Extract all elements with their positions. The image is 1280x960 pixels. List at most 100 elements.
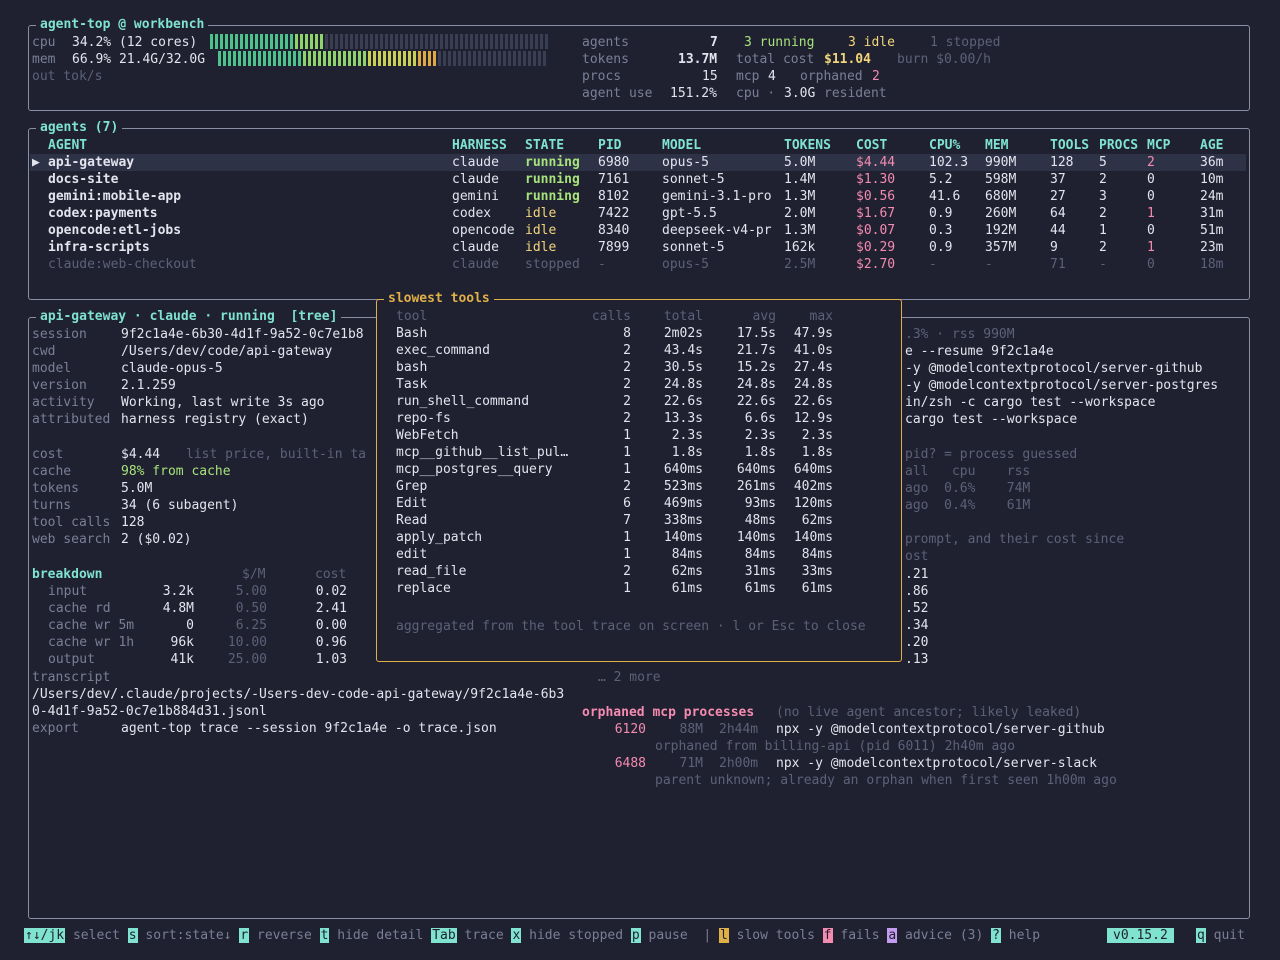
agent-row[interactable]: docs-site claude running 7161 sonnet-5 1.4M $1… xyxy=(30,171,1246,188)
mem-meter-cell xyxy=(458,51,461,66)
mem-meter-cell xyxy=(448,51,451,66)
column-header-harness[interactable]: HARNESS xyxy=(452,137,507,154)
agent-tools: 64 xyxy=(1050,206,1066,221)
detail-attributed-value: harness registry (exact) xyxy=(121,412,309,427)
keybind-select[interactable]: ↑↓/jk select xyxy=(24,928,128,943)
keybind-advice[interactable]: a advice (3) xyxy=(887,928,991,943)
column-header-cost[interactable]: COST xyxy=(856,137,887,154)
agent-row[interactable]: codex:payments codex idle 7422 gpt-5.5 2.0M $1… xyxy=(30,205,1246,222)
slowest-tool-calls: 2 xyxy=(623,411,631,426)
prompt-cost-value: .34 xyxy=(905,618,929,633)
total-cost-label: total cost xyxy=(736,52,815,67)
export-command[interactable]: agent-top trace --session 9f2c1a4e -o tr… xyxy=(121,720,497,737)
mem-meter-cell xyxy=(273,51,276,66)
breakdown-cost: 0.02 xyxy=(315,584,347,599)
slowest-tool-row[interactable]: read_file 2 62ms 31ms 33ms xyxy=(377,563,901,580)
column-header-cpu[interactable]: CPU% xyxy=(929,137,960,154)
slowest-tool-row[interactable]: mcp__github__list_pul… 1 1.8s 1.8s 1.8s xyxy=(377,444,901,461)
column-header-model[interactable]: MODEL xyxy=(662,137,701,154)
cpu-meter-cell xyxy=(410,34,413,49)
agents-idle-count: 3 idle xyxy=(848,35,895,50)
slowest-tool-row[interactable]: WebFetch 1 2.3s 2.3s 2.3s xyxy=(377,427,901,444)
slowest-tool-avg: 31ms xyxy=(744,564,776,579)
mem-meter-cell xyxy=(393,51,396,66)
mem-meter-cell xyxy=(398,51,401,66)
slowest-tool-row[interactable]: replace 1 61ms 61ms 61ms xyxy=(377,580,901,597)
transcript-path-line2[interactable]: 0-4d1f-9a52-0c7e1b884d31.jsonl xyxy=(32,703,267,720)
column-header-tools[interactable]: TOOLS xyxy=(1050,137,1089,154)
process-tree-line: -y @modelcontextprotocol/server-github xyxy=(905,361,1203,376)
column-header-mem[interactable]: MEM xyxy=(985,137,1008,154)
breakdown-cost: 1.03 xyxy=(315,652,347,667)
breakdown-cost: 0.00 xyxy=(315,618,347,633)
agent-tools: 71 xyxy=(1050,257,1066,272)
mem-meter-cell xyxy=(528,51,531,66)
cpu-meter-cell xyxy=(455,34,458,49)
slowest-tool-row[interactable]: repo-fs 2 13.3s 6.6s 12.9s xyxy=(377,410,901,427)
mem-meter-cell xyxy=(233,51,236,66)
column-header-pid[interactable]: PID xyxy=(598,137,621,154)
cpu-label: cpu xyxy=(32,35,56,50)
slowest-tool-row[interactable]: Bash 8 2m02s 17.5s 47.9s xyxy=(377,325,901,342)
slowest-tool-avg: 640ms xyxy=(736,462,776,477)
slowest-tool-total: 30.5s xyxy=(663,360,703,375)
slowest-tool-row[interactable]: Grep 2 523ms 261ms 402ms xyxy=(377,478,901,495)
agent-agent: codex:payments xyxy=(48,206,158,221)
keybind-sort[interactable]: s sort:state↓ xyxy=(127,928,240,943)
keybind-key: f xyxy=(822,928,833,943)
keybind-hide[interactable]: x hide stopped xyxy=(511,928,630,943)
slowest-tool-row[interactable]: edit 1 84ms 84ms 84ms xyxy=(377,546,901,563)
agent-row[interactable]: gemini:mobile-app gemini running 8102 gemini… xyxy=(30,188,1246,205)
mem-meter-cell xyxy=(538,51,541,66)
slowest-tool-row[interactable]: exec_command 2 43.4s 21.7s 41.0s xyxy=(377,342,901,359)
keybind-reverse[interactable]: r reverse xyxy=(239,928,319,943)
orphan-pid[interactable]: 6488 xyxy=(615,755,646,772)
column-header-age[interactable]: AGE xyxy=(1200,137,1223,154)
transcript-path-line1[interactable]: /Users/dev/.claude/projects/-Users-dev-c… xyxy=(32,686,564,703)
agent-cpu: 41.6 xyxy=(929,189,961,204)
agent-state: idle xyxy=(525,206,557,221)
keybind-fails[interactable]: f fails xyxy=(822,928,888,943)
keybind-hide[interactable]: t hide detail xyxy=(319,928,432,943)
agent-row[interactable]: ▶ api-gateway claude running 6980 opus-5 5.0M $… xyxy=(30,154,1246,171)
orphan-rss: 88M xyxy=(679,722,703,737)
keybind-slow[interactable]: l slow tools xyxy=(719,928,823,943)
keybind-pause[interactable]: p pause xyxy=(630,928,696,943)
keybind-trace[interactable]: Tab trace xyxy=(431,928,511,943)
agent-harness: claude xyxy=(452,257,499,272)
burn-rate: burn $0.00/h xyxy=(897,52,991,67)
slowest-tool-tool: Read xyxy=(396,513,428,528)
slowest-tool-max: 41.0s xyxy=(793,343,833,358)
agent-mem: 192M xyxy=(985,223,1017,238)
more-indicator[interactable]: … 2 more xyxy=(598,669,661,686)
slowest-tool-row[interactable]: apply_patch 1 140ms 140ms 140ms xyxy=(377,529,901,546)
quit-button[interactable]: q quit xyxy=(1196,927,1245,944)
column-header-agent[interactable]: AGENT xyxy=(48,137,87,154)
slowest-tool-row[interactable]: Edit 6 469ms 93ms 120ms xyxy=(377,495,901,512)
keybind-footer: ↑↓/jk select s sort:state↓ r reverse t h… xyxy=(24,927,1048,944)
column-header-procs[interactable]: PROCS xyxy=(1099,137,1138,154)
keybind-label: reverse xyxy=(249,928,320,943)
detail-version-value: 2.1.259 xyxy=(121,378,176,393)
slowest-tool-row[interactable]: bash 2 30.5s 15.2s 27.4s xyxy=(377,359,901,376)
slowest-tool-tool: WebFetch xyxy=(396,428,459,443)
column-header-state[interactable]: STATE xyxy=(525,137,564,154)
column-header-mcp[interactable]: MCP xyxy=(1147,137,1170,154)
slowest-tool-row[interactable]: Task 2 24.8s 24.8s 24.8s xyxy=(377,376,901,393)
agent-row[interactable]: infra-scripts claude idle 7899 sonnet-5 162k $… xyxy=(30,239,1246,256)
mem-meter-cell xyxy=(313,51,316,66)
orphaned-note: (no live agent ancestor; likely leaked) xyxy=(776,705,1082,720)
agent-row[interactable]: claude:web-checkout claude stopped - opus-5 2… xyxy=(30,256,1246,273)
agent-procs: 2 xyxy=(1099,240,1107,255)
agent-row[interactable]: opencode:etl-jobs opencode idle 8340 deepsee… xyxy=(30,222,1246,239)
column-header-tokens[interactable]: TOKENS xyxy=(784,137,831,154)
mem-meter-cell xyxy=(348,51,351,66)
breakdown-rate-header: $/M xyxy=(242,567,266,582)
orphan-pid[interactable]: 6120 xyxy=(615,721,646,738)
web-search-value: 2 ($0.02) xyxy=(121,532,192,547)
slowest-tool-row[interactable]: Read 7 338ms 48ms 62ms xyxy=(377,512,901,529)
slowest-tool-row[interactable]: run_shell_command 2 22.6s 22.6s 22.6s xyxy=(377,393,901,410)
slowest-tool-tool: apply_patch xyxy=(396,530,483,545)
keybind-help[interactable]: ? help xyxy=(991,928,1048,943)
slowest-tool-row[interactable]: mcp__postgres__query 1 640ms 640ms 640ms xyxy=(377,461,901,478)
